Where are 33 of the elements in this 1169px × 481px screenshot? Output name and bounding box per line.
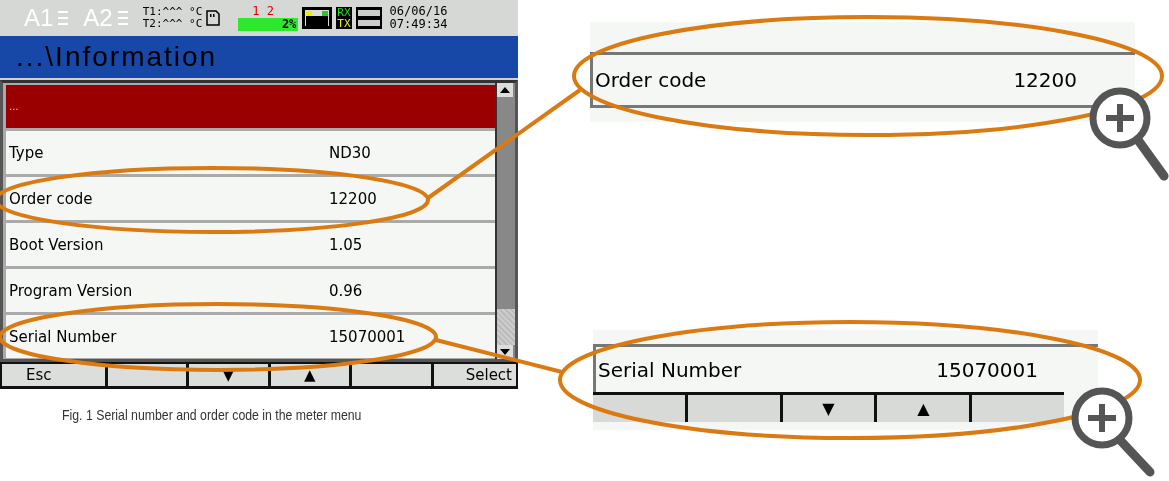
row-value: 12200 — [1013, 68, 1077, 92]
menu-row[interactable]: ... — [6, 85, 495, 128]
memory-usage: 2% — [238, 18, 299, 31]
channel-numbers: 1 2 — [251, 5, 275, 18]
row-value: 15070001 — [936, 357, 1038, 382]
softkey-button[interactable]: ▼ — [782, 395, 875, 422]
figure-caption: Fig. 1 Serial number and order code in the meter menu — [62, 406, 363, 423]
scrollbar[interactable] — [495, 83, 515, 359]
menu-row[interactable]: Program Version 0.96 — [6, 269, 495, 312]
relay-icon — [116, 8, 129, 28]
softkey-button[interactable]: ▲ — [877, 395, 970, 422]
menu-row[interactable]: Type ND30 — [6, 131, 495, 174]
menu-row[interactable]: Serial Number 15070001 — [6, 315, 495, 358]
softkey-button[interactable] — [593, 395, 685, 422]
softkey-button[interactable] — [972, 395, 1064, 422]
screen-title: ...\Information — [16, 41, 218, 73]
temperature-reading: T2:^^^ °C — [142, 18, 203, 30]
softkey-button[interactable]: Esc — [2, 364, 105, 386]
menu-row[interactable]: Boot Version 1.05 — [6, 223, 495, 266]
scroll-up-icon[interactable] — [497, 83, 513, 97]
network-icon — [302, 7, 333, 29]
menu-row[interactable]: Order code 12200 — [6, 177, 495, 220]
date-text: 06/06/16 — [389, 5, 448, 18]
softkey-button[interactable]: Select — [433, 364, 516, 386]
time-text: 07:49:34 — [389, 18, 448, 31]
row-label: Order code — [595, 68, 707, 92]
row-label: Serial Number — [598, 357, 742, 382]
rx-tx-indicator: RX TX — [336, 7, 352, 29]
relay-icon — [57, 8, 70, 28]
port-status-icon — [355, 7, 382, 29]
scrollbar-thumb[interactable] — [497, 309, 515, 345]
temperature-reading: T1:^^^ °C — [142, 6, 203, 18]
sd-card-icon — [206, 10, 221, 26]
